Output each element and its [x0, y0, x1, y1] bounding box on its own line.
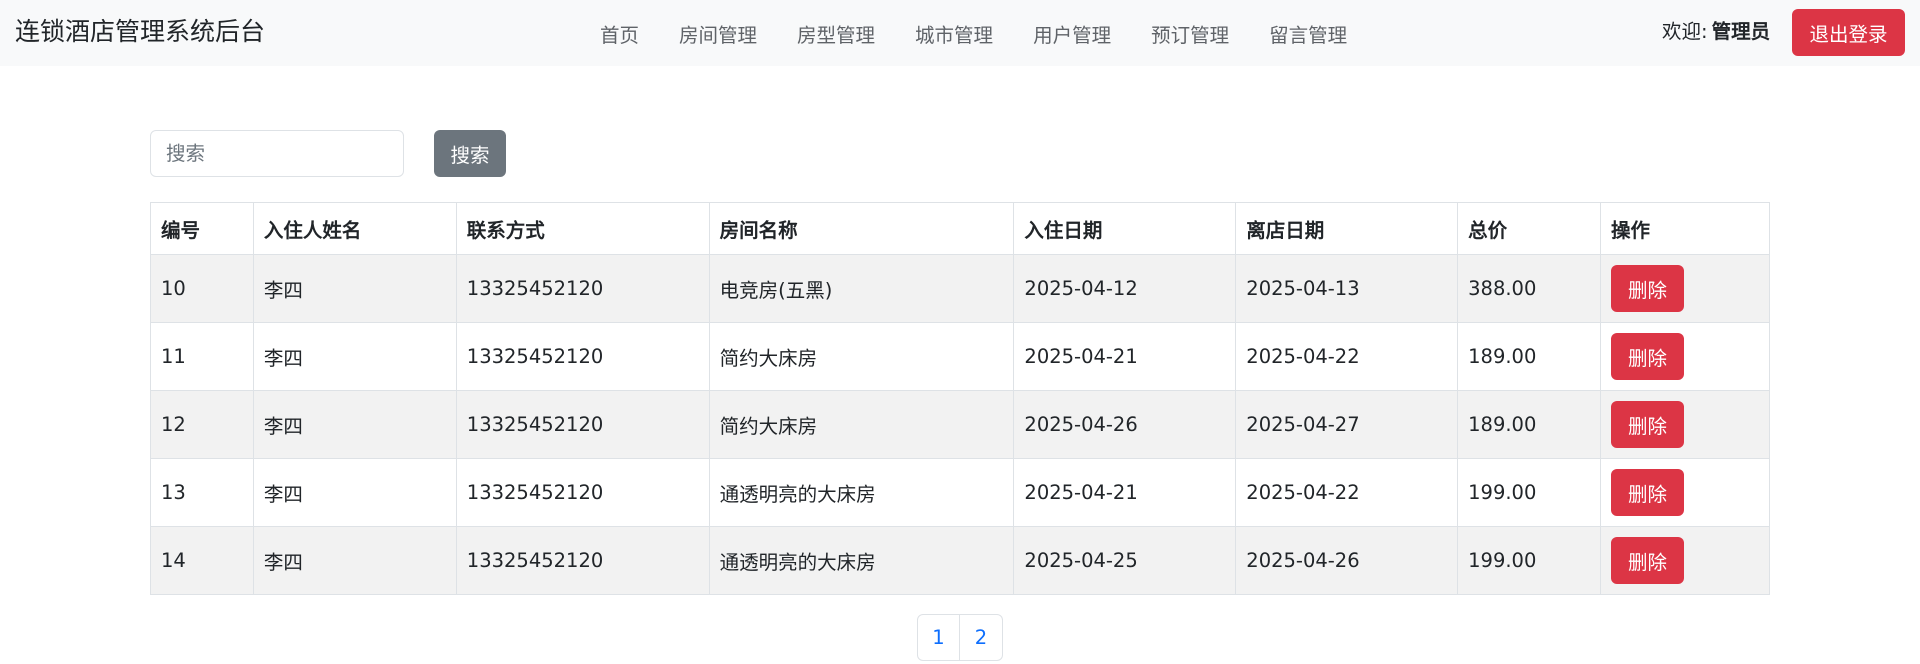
cell-guest-name: 李四	[252, 458, 457, 527]
cell-guest-name: 李四	[252, 254, 457, 323]
column-header-checkin-date: 入住日期	[1013, 202, 1237, 255]
cell-id: 13	[150, 458, 254, 527]
cell-checkout-date: 2025-04-22	[1235, 322, 1459, 391]
cell-actions: 删除	[1600, 458, 1770, 527]
cell-contact: 13325452120	[455, 254, 710, 323]
top-navbar: 连锁酒店管理系统后台 首页 房间管理 房型管理 城市管理 用户管理 预订管理 留…	[0, 0, 1920, 66]
cell-checkin-date: 2025-04-21	[1013, 458, 1237, 527]
column-header-contact: 联系方式	[455, 202, 710, 255]
page-link-2[interactable]: 2	[960, 614, 1003, 661]
nav-item-room-management[interactable]: 房间管理	[659, 19, 777, 48]
current-username: 管理员	[1711, 20, 1771, 43]
column-header-room-name: 房间名称	[708, 202, 1015, 255]
cell-guest-name: 李四	[252, 526, 457, 595]
app-title[interactable]: 连锁酒店管理系统后台	[15, 16, 265, 48]
cell-actions: 删除	[1600, 254, 1770, 323]
column-header-id: 编号	[150, 202, 254, 255]
cell-contact: 13325452120	[455, 390, 710, 459]
cell-total-price: 199.00	[1457, 458, 1602, 527]
cell-checkout-date: 2025-04-27	[1235, 390, 1459, 459]
cell-contact: 13325452120	[455, 322, 710, 391]
page-link-1[interactable]: 1	[917, 614, 960, 661]
delete-button[interactable]: 删除	[1611, 401, 1685, 448]
cell-room-name: 电竞房(五黑)	[708, 254, 1015, 323]
cell-checkin-date: 2025-04-21	[1013, 322, 1237, 391]
nav-item-user-management[interactable]: 用户管理	[1013, 19, 1131, 48]
logout-button[interactable]: 退出登录	[1792, 9, 1905, 56]
cell-room-name: 通透明亮的大床房	[708, 458, 1015, 527]
cell-actions: 删除	[1600, 526, 1770, 595]
cell-guest-name: 李四	[252, 322, 457, 391]
search-input[interactable]	[150, 130, 404, 177]
cell-id: 11	[150, 322, 254, 391]
column-header-checkout-date: 离店日期	[1235, 202, 1459, 255]
welcome-label: 欢迎:	[1662, 20, 1708, 43]
delete-button[interactable]: 删除	[1611, 469, 1685, 516]
nav-item-home[interactable]: 首页	[584, 19, 659, 48]
table-row: 14 李四 13325452120 通透明亮的大床房 2025-04-25 20…	[150, 526, 1770, 595]
table-row: 10 李四 13325452120 电竞房(五黑) 2025-04-12 202…	[150, 254, 1770, 323]
delete-button[interactable]: 删除	[1611, 265, 1685, 312]
column-header-total-price: 总价	[1457, 202, 1602, 255]
cell-checkin-date: 2025-04-12	[1013, 254, 1237, 323]
delete-button[interactable]: 删除	[1611, 333, 1685, 380]
cell-checkin-date: 2025-04-26	[1013, 390, 1237, 459]
cell-checkout-date: 2025-04-22	[1235, 458, 1459, 527]
welcome-text: 欢迎: 管理员	[1662, 18, 1770, 46]
cell-checkout-date: 2025-04-13	[1235, 254, 1459, 323]
bookings-table: 编号 入住人姓名 联系方式 房间名称 入住日期 离店日期 总价 操作 10 李四…	[150, 202, 1770, 595]
cell-id: 10	[150, 254, 254, 323]
cell-id: 12	[150, 390, 254, 459]
nav-item-room-type-management[interactable]: 房型管理	[777, 19, 895, 48]
table-row: 12 李四 13325452120 简约大床房 2025-04-26 2025-…	[150, 390, 1770, 459]
nav-item-message-management[interactable]: 留言管理	[1249, 19, 1367, 48]
nav-item-city-management[interactable]: 城市管理	[895, 19, 1013, 48]
cell-contact: 13325452120	[455, 526, 710, 595]
cell-total-price: 199.00	[1457, 526, 1602, 595]
pagination: 1 2	[917, 614, 1003, 661]
column-header-actions: 操作	[1600, 202, 1770, 255]
cell-room-name: 简约大床房	[708, 322, 1015, 391]
cell-checkin-date: 2025-04-25	[1013, 526, 1237, 595]
cell-id: 14	[150, 526, 254, 595]
column-header-guest-name: 入住人姓名	[252, 202, 457, 255]
cell-total-price: 388.00	[1457, 254, 1602, 323]
nav-item-booking-management[interactable]: 预订管理	[1131, 19, 1249, 48]
search-button[interactable]: 搜索	[434, 130, 506, 177]
table-header-row: 编号 入住人姓名 联系方式 房间名称 入住日期 离店日期 总价 操作	[150, 202, 1770, 255]
cell-guest-name: 李四	[252, 390, 457, 459]
cell-total-price: 189.00	[1457, 322, 1602, 391]
table-row: 11 李四 13325452120 简约大床房 2025-04-21 2025-…	[150, 322, 1770, 391]
table-row: 13 李四 13325452120 通透明亮的大床房 2025-04-21 20…	[150, 458, 1770, 527]
cell-contact: 13325452120	[455, 458, 710, 527]
cell-checkout-date: 2025-04-26	[1235, 526, 1459, 595]
cell-actions: 删除	[1600, 322, 1770, 391]
cell-actions: 删除	[1600, 390, 1770, 459]
cell-room-name: 通透明亮的大床房	[708, 526, 1015, 595]
delete-button[interactable]: 删除	[1611, 537, 1685, 584]
cell-total-price: 189.00	[1457, 390, 1602, 459]
main-nav: 首页 房间管理 房型管理 城市管理 用户管理 预订管理 留言管理	[584, 0, 1367, 66]
cell-room-name: 简约大床房	[708, 390, 1015, 459]
